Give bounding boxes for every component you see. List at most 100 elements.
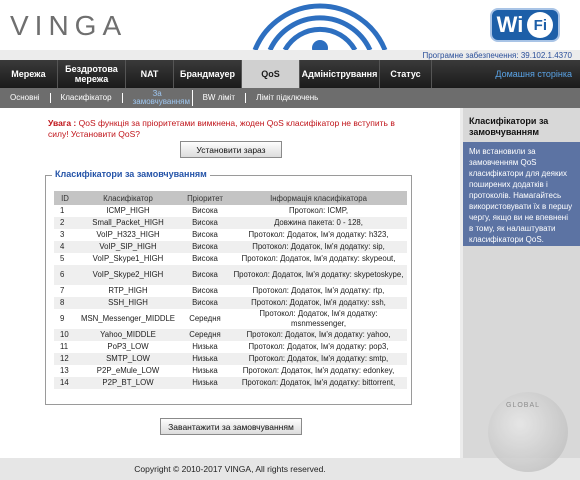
wifi-badge-wi: Wi (496, 12, 524, 37)
col-info: Інформація класифікатора (230, 191, 407, 205)
vinga-logo: VINGA (10, 10, 128, 41)
row-id: 9 (54, 309, 76, 329)
row-priority: Низька (180, 341, 230, 353)
table-row: 7 RTP_HIGH Висока Протокол: Додаток, Ім'я д… (54, 285, 407, 297)
row-info: Протокол: Додаток, Ім'я додатку: rtp, (230, 285, 407, 297)
row-info: Протокол: Додаток, Ім'я додатку: pop3, (230, 341, 407, 353)
row-priority: Висока (180, 205, 230, 217)
subnav-basic[interactable]: Основні (0, 93, 51, 103)
row-id: 3 (54, 229, 76, 241)
table-row: 2 Small_Packet_HIGH Висока Довжина пакета: … (54, 217, 407, 229)
home-page-link[interactable]: Домашня сторінка (495, 60, 580, 88)
subnav-default[interactable]: За замовчуванням (123, 90, 193, 106)
main-content: Увага : QoS функція за пріоритетами вимк… (0, 108, 460, 458)
table-row: 14 P2P_BT_LOW Низька Протокол: Додаток, Ім'… (54, 377, 407, 389)
sub-nav: Основні Класифікатор За замовчуванням BW… (0, 88, 580, 108)
install-now-button[interactable]: Установити зараз (180, 141, 282, 158)
fieldset-title: Класифікатори за замовчуванням (52, 169, 210, 179)
row-priority: Висока (180, 253, 230, 265)
row-info: Довжина пакета: 0 - 128, (230, 217, 407, 229)
tab-wireless[interactable]: Бездротова мережа (58, 60, 126, 88)
table-row: 12 SMTP_LOW Низька Протокол: Додаток, Ім'я … (54, 353, 407, 365)
row-priority: Висока (180, 297, 230, 309)
table-row: 3 VoIP_H323_HIGH Висока Протокол: Додаток, … (54, 229, 407, 241)
warning-prefix: Увага : (48, 118, 77, 128)
row-info: Протокол: Додаток, Ім'я додатку: bittorr… (230, 377, 407, 389)
row-classifier: Small_Packet_HIGH (76, 217, 180, 229)
help-body: Ми встановили за замовченням QoS класифі… (463, 142, 580, 246)
row-id: 13 (54, 365, 76, 377)
table-row: 8 SSH_HIGH Висока Протокол: Додаток, Ім'я д… (54, 297, 407, 309)
row-info: Протокол: ICMP, (230, 205, 407, 217)
row-priority: Висока (180, 285, 230, 297)
tab-network[interactable]: Мережа (0, 60, 58, 88)
row-id: 11 (54, 341, 76, 353)
row-priority: Висока (180, 217, 230, 229)
row-info: Протокол: Додаток, Ім'я додатку: msnmess… (230, 309, 407, 329)
qos-warning: Увага : QoS функція за пріоритетами вимк… (48, 118, 408, 140)
row-id: 6 (54, 265, 76, 285)
tab-administration[interactable]: Адміністрування (300, 60, 380, 88)
row-priority: Висока (180, 229, 230, 241)
row-classifier: P2P_eMule_LOW (76, 365, 180, 377)
table-row: 4 VoIP_SIP_HIGH Висока Протокол: Додаток, І… (54, 241, 407, 253)
row-info: Протокол: Додаток, Ім'я додатку: skypeou… (230, 253, 407, 265)
row-classifier: ICMP_HIGH (76, 205, 180, 217)
row-id: 1 (54, 205, 76, 217)
main-nav: Мережа Бездротова мережа NAT Брандмауер … (0, 60, 580, 88)
watermark-text: GLOBAL (506, 402, 541, 409)
row-id: 14 (54, 377, 76, 389)
row-classifier: SMTP_LOW (76, 353, 180, 365)
row-classifier: PoP3_LOW (76, 341, 180, 353)
row-info: Протокол: Додаток, Ім'я додатку: skypeto… (230, 265, 407, 285)
row-priority: Низька (180, 365, 230, 377)
row-id: 2 (54, 217, 76, 229)
wifi-badge-fi: Fi (527, 12, 554, 38)
wifi-signal-graphic (252, 3, 388, 50)
row-id: 4 (54, 241, 76, 253)
row-classifier: Yahoo_MIDDLE (76, 329, 180, 341)
row-priority: Середня (180, 309, 230, 329)
table-row: 5 VoIP_Skype1_HIGH Висока Протокол: Додаток… (54, 253, 407, 265)
row-classifier: SSH_HIGH (76, 297, 180, 309)
subnav-bw-limit[interactable]: BW ліміт (193, 93, 247, 103)
row-classifier: MSN_Messenger_MIDDLE (76, 309, 180, 329)
row-id: 10 (54, 329, 76, 341)
row-info: Протокол: Додаток, Ім'я додатку: h323, (230, 229, 407, 241)
classifiers-table: ID Класифікатор Пріоритет Інформація кла… (54, 191, 407, 389)
col-priority: Пріоритет (180, 191, 230, 205)
firmware-version: Програмне забезпечення: 39.102.1.4370 (422, 51, 572, 60)
footer: Copyright © 2010-2017 VINGA, All rights … (0, 458, 580, 480)
table-row: 9 MSN_Messenger_MIDDLE Середня Протокол: До… (54, 309, 407, 329)
warning-text: QoS функція за пріоритетами вимкнена, жо… (48, 118, 395, 139)
table-row: 10 Yahoo_MIDDLE Середня Протокол: Додаток, … (54, 329, 407, 341)
row-priority: Низька (180, 377, 230, 389)
row-info: Протокол: Додаток, Ім'я додатку: yahoo, (230, 329, 407, 341)
tab-status[interactable]: Статус (380, 60, 432, 88)
tab-nat[interactable]: NAT (126, 60, 174, 88)
tab-firewall[interactable]: Брандмауер (174, 60, 242, 88)
table-row: 6 VoIP_Skype2_HIGH Висока Протокол: Додаток… (54, 265, 407, 285)
row-classifier: RTP_HIGH (76, 285, 180, 297)
load-default-button[interactable]: Завантажити за замовчуванням (160, 418, 302, 435)
watermark-logo: GLOBAL (488, 392, 568, 472)
subnav-connection-limit[interactable]: Ліміт підключень (246, 93, 328, 103)
table-row: 1 ICMP_HIGH Висока Протокол: ICMP, (54, 205, 407, 217)
row-id: 5 (54, 253, 76, 265)
row-info: Протокол: Додаток, Ім'я додатку: sip, (230, 241, 407, 253)
row-priority: Висока (180, 241, 230, 253)
row-classifier: VoIP_H323_HIGH (76, 229, 180, 241)
row-info: Протокол: Додаток, Ім'я додатку: edonkey… (230, 365, 407, 377)
row-info: Протокол: Додаток, Ім'я додатку: smtp, (230, 353, 407, 365)
subnav-classifier[interactable]: Класифікатор (51, 93, 123, 103)
row-classifier: VoIP_Skype2_HIGH (76, 265, 180, 285)
table-row: 13 P2P_eMule_LOW Низька Протокол: Додаток, … (54, 365, 407, 377)
row-priority: Висока (180, 265, 230, 285)
col-id: ID (54, 191, 76, 205)
col-classifier: Класифікатор (76, 191, 180, 205)
row-id: 12 (54, 353, 76, 365)
row-classifier: P2P_BT_LOW (76, 377, 180, 389)
row-id: 8 (54, 297, 76, 309)
row-classifier: VoIP_Skype1_HIGH (76, 253, 180, 265)
tab-qos[interactable]: QoS (242, 60, 300, 88)
